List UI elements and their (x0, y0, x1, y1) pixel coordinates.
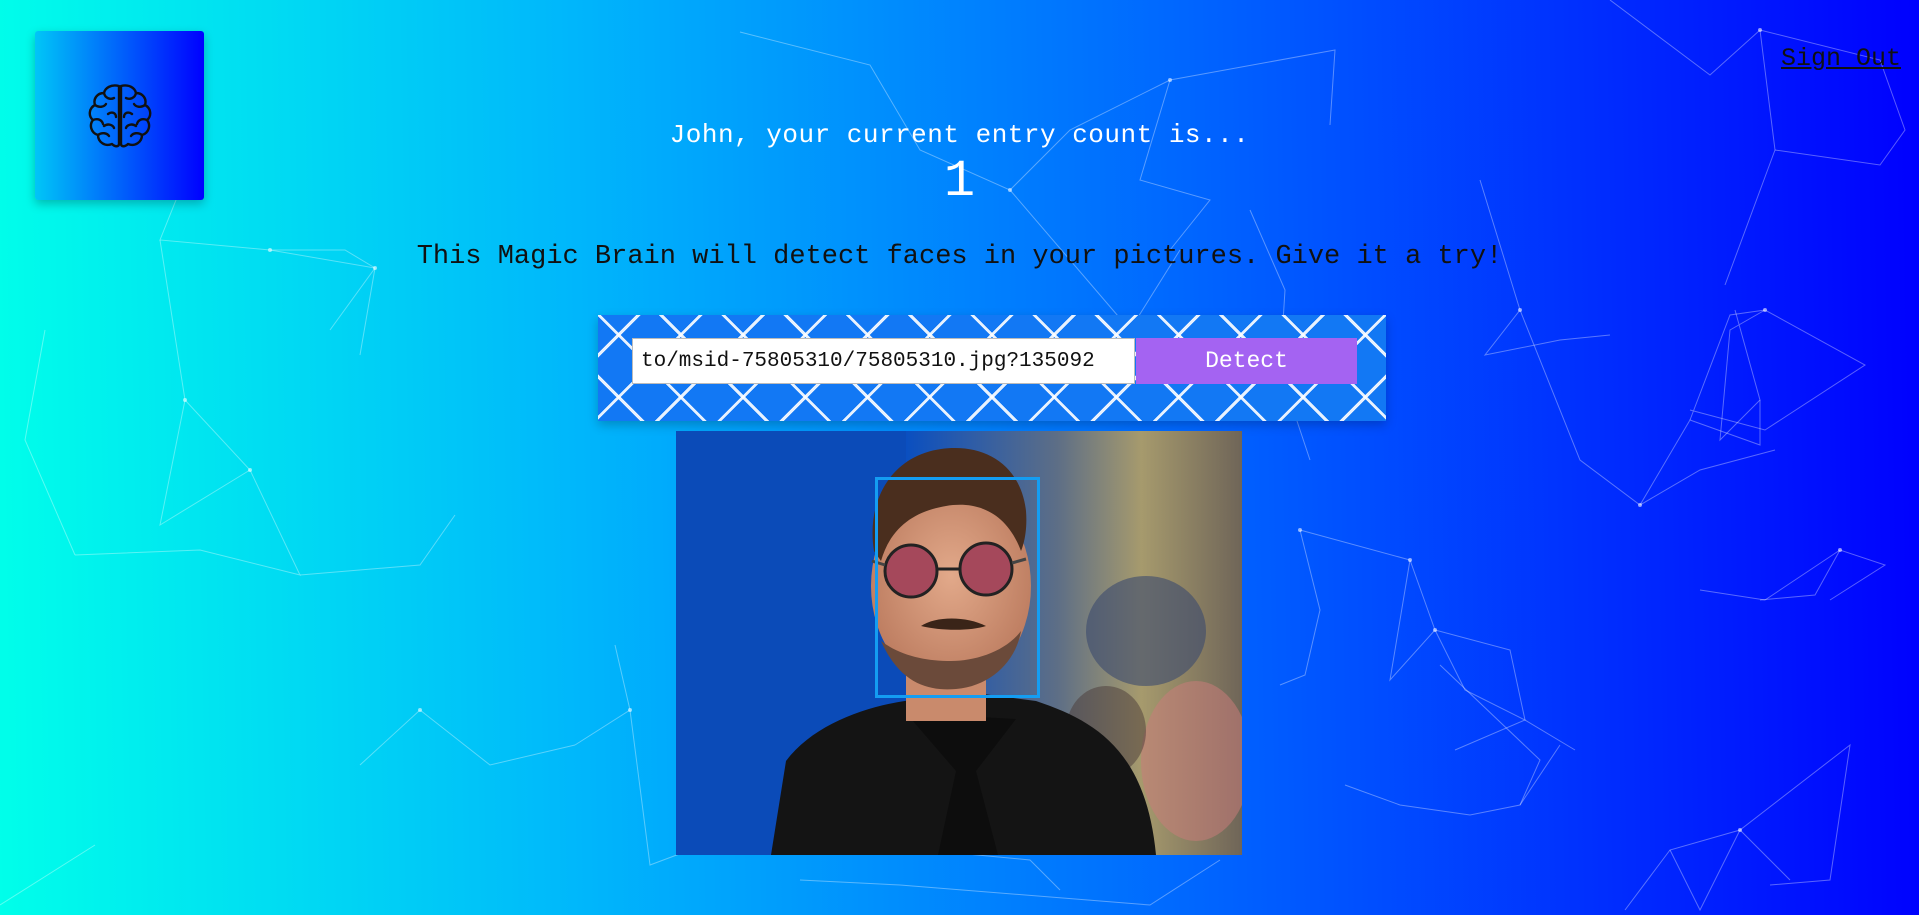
face-bounding-box (875, 477, 1040, 698)
image-url-input[interactable] (632, 338, 1135, 384)
entry-count-value: 1 (943, 152, 976, 211)
detect-button[interactable]: Detect (1136, 338, 1357, 384)
sign-out-link[interactable]: Sign Out (1781, 44, 1901, 73)
entry-count-message: John, your current entry count is... (669, 120, 1250, 150)
intro-tagline: This Magic Brain will detect faces in yo… (416, 242, 1503, 272)
